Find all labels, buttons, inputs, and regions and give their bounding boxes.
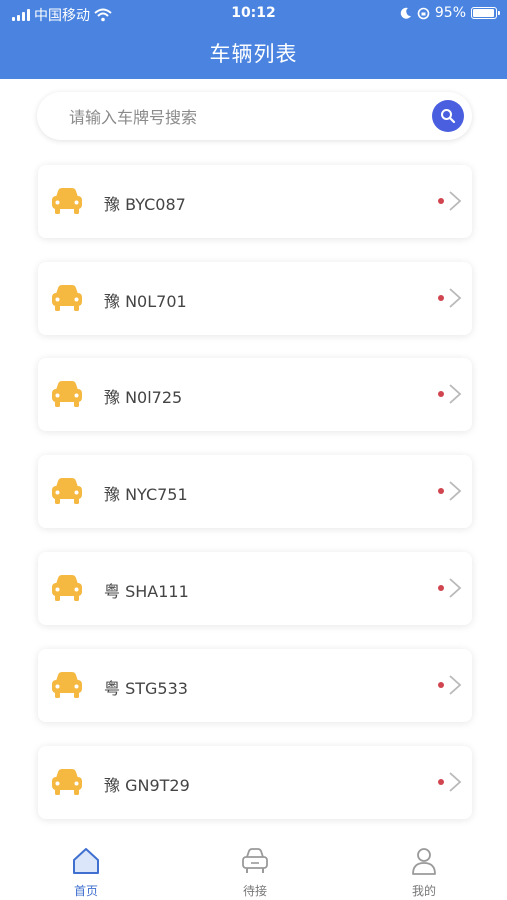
search-button[interactable] [432, 100, 464, 132]
battery-percent: 95% [434, 5, 466, 21]
chevron-right-icon [449, 288, 462, 308]
status-dot [438, 295, 444, 301]
car-icon [52, 188, 82, 214]
plate-number: 豫 GN9T29 [104, 776, 190, 795]
tab-home[interactable]: 首页 [46, 846, 126, 899]
chevron-right-icon [449, 384, 462, 404]
page-title: 车辆列表 [209, 42, 298, 66]
search-icon [441, 109, 456, 124]
vehicle-card[interactable]: 粤 STG533 [38, 649, 472, 722]
chevron-right-icon [449, 481, 462, 501]
home-icon [73, 848, 99, 874]
plate-number: 豫 BYC087 [104, 195, 186, 214]
moon-icon [400, 7, 411, 19]
vehicle-card[interactable]: 豫 BYC087 [38, 165, 472, 238]
plate-number: 豫 N0l725 [104, 388, 183, 407]
search-input[interactable] [67, 104, 441, 130]
car-icon [52, 478, 82, 504]
chevron-right-icon [449, 191, 462, 211]
car-icon [52, 769, 82, 795]
plate-number: 粤 STG533 [104, 679, 188, 698]
plate-number: 豫 NYC751 [104, 485, 188, 504]
status-dot [438, 488, 444, 494]
vehicle-card[interactable]: 豫 NYC751 [38, 455, 472, 528]
car-icon [52, 285, 82, 311]
tab-mine-label: 我的 [411, 884, 436, 898]
vehicle-card[interactable]: 豫 N0L701 [38, 262, 472, 335]
user-icon [412, 848, 436, 875]
vehicle-card[interactable]: 豫 GN9T29 [38, 746, 472, 819]
plate-number: 豫 N0L701 [104, 292, 187, 311]
status-bar: 中国移动 10:12 95% [0, 0, 507, 28]
tab-home-label: 首页 [73, 884, 98, 898]
plate-number: 粤 SHA111 [104, 582, 189, 601]
tab-pending[interactable]: 待接 [215, 846, 295, 899]
app-header: 中国移动 10:12 95% 车辆列表 [0, 0, 507, 79]
status-dot [438, 391, 444, 397]
search-bar [37, 92, 472, 140]
status-dot [438, 198, 444, 204]
car-icon [52, 381, 82, 407]
status-dot [438, 682, 444, 688]
tab-bar: 首页 待接 我的 [0, 838, 507, 900]
car-icon [52, 575, 82, 601]
tab-mine[interactable]: 我的 [384, 846, 464, 899]
vehicle-card[interactable]: 粤 SHA111 [38, 552, 472, 625]
vehicle-card[interactable]: 豫 N0l725 [38, 358, 472, 431]
status-dot [438, 779, 444, 785]
tab-pending-label: 待接 [242, 884, 267, 898]
battery-icon [471, 7, 500, 19]
status-dot [438, 585, 444, 591]
chevron-right-icon [449, 772, 462, 792]
chevron-right-icon [449, 578, 462, 598]
chevron-right-icon [449, 675, 462, 695]
orientation-lock-icon [417, 7, 430, 19]
car-icon [52, 672, 82, 698]
car-outline-icon [242, 848, 268, 873]
